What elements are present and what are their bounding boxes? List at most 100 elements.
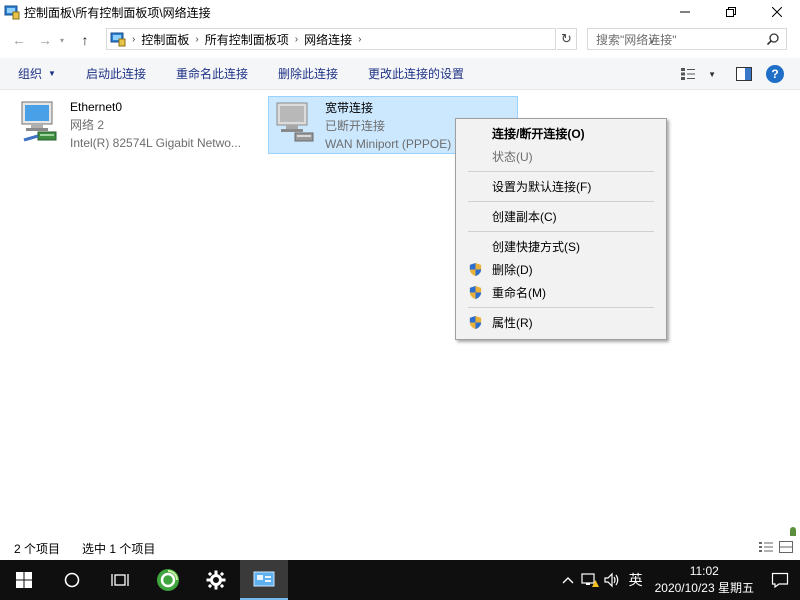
menu-item-create-shortcut[interactable]: 创建快捷方式(S) [458,235,664,258]
recent-locations-button[interactable]: ▾ [56,29,68,51]
search-input[interactable]: 搜索"网络连接" [587,28,787,50]
uac-shield-icon [469,262,482,277]
preview-pane-button[interactable] [736,67,752,81]
navigation-bar: ← → ▾ ↑ › 控制面板 › 所有控制面板项 › 网络连接 › ∨ ↻ 搜索… [0,24,800,56]
connection-name: Ethernet0 [70,100,123,114]
menu-item-delete[interactable]: 删除(D) [458,258,664,281]
connection-device: WAN Miniport (PPPOE) [325,137,452,151]
connections-list: Ethernet0 网络 2 Intel(R) 82574L Gigabit N… [0,90,800,583]
windows-logo-icon [16,572,32,588]
caret-down-icon: ▼ [48,69,56,78]
close-icon [772,7,782,17]
control-panel-icon [110,31,126,47]
clock-time: 11:02 [689,564,719,578]
uac-shield-icon [469,285,482,300]
taskbar: 英 11:02 2020/10/23 星期五 [0,560,800,600]
organize-button[interactable]: 组织 ▼ [0,58,65,90]
breadcrumb-control-panel[interactable]: 控制面板 [141,31,189,48]
refresh-icon: ↻ [561,31,572,46]
rename-connection-button[interactable]: 重命名此连接 [167,58,257,90]
back-arrow-icon: ← [12,32,26,48]
connection-status: 已断开连接 [325,119,386,133]
breadcrumb-separator-icon[interactable]: › [195,34,198,45]
status-bar: 2 个项目 选中 1 个项目 [0,536,800,560]
search-taskbar-button[interactable] [48,560,96,600]
menu-item-label: 重命名(M) [492,286,546,300]
view-details-icon [681,68,696,80]
breadcrumb-all-items[interactable]: 所有控制面板项 [205,31,289,48]
close-button[interactable] [754,0,800,24]
change-view-button[interactable]: ▼ [680,67,716,81]
gear-icon [206,570,226,590]
maximize-icon [726,7,736,17]
connection-device: Intel(R) 82574L Gigabit Netwo... [70,136,241,150]
speaker-icon [603,572,618,588]
breadcrumb-separator-icon[interactable]: › [358,34,361,45]
menu-separator [468,171,654,172]
menu-item-label: 删除(D) [492,263,533,277]
enable-connection-button[interactable]: 启动此连接 [77,58,155,90]
forward-button[interactable]: → [34,29,56,51]
change-settings-button[interactable]: 更改此连接的设置 [359,58,473,90]
clock-date: 2020/10/23 星期五 [654,581,754,595]
connection-item-ethernet0[interactable]: Ethernet0 网络 2 Intel(R) 82574L Gigabit N… [16,98,266,156]
browser-taskbar-button[interactable] [144,560,192,600]
maximize-button[interactable] [708,0,754,24]
up-button[interactable]: ↑ [74,29,96,51]
help-button[interactable]: ? [766,65,784,83]
system-tray: 英 11:02 2020/10/23 星期五 [557,560,800,600]
network-tray-button[interactable] [579,560,601,600]
details-view-button[interactable] [758,540,774,554]
delete-connection-button[interactable]: 删除此连接 [269,58,347,90]
task-view-icon [111,574,129,586]
breadcrumb-separator-icon[interactable]: › [295,34,298,45]
connection-name: 宽带连接 [325,101,374,115]
menu-item-properties[interactable]: 属性(R) [458,311,664,334]
task-view-button[interactable] [96,560,144,600]
preview-pane-icon [736,67,752,81]
title-bar: 控制面板\所有控制面板项\网络连接 [0,0,800,24]
minimize-icon [680,11,690,13]
menu-item-rename[interactable]: 重命名(M) [458,281,664,304]
start-button[interactable] [0,560,48,600]
ime-indicator[interactable]: 英 [623,560,649,600]
refresh-button[interactable]: ↻ [557,28,577,50]
settings-taskbar-button[interactable] [192,560,240,600]
network-warning-icon [580,573,599,587]
address-bar[interactable]: › 控制面板 › 所有控制面板项 › 网络连接 › ∨ [106,28,656,50]
uac-shield-icon [469,315,482,330]
show-hidden-icons-button[interactable] [557,560,579,600]
action-center-button[interactable] [760,560,800,600]
search-icon [766,33,779,46]
control-panel-taskbar-button[interactable] [240,560,288,600]
command-bar: 组织 ▼ 启动此连接 重命名此连接 删除此连接 更改此连接的设置 ▼ ? [0,58,800,90]
caret-down-icon: ▼ [708,69,716,79]
cortana-circle-icon [64,572,80,588]
menu-separator [468,231,654,232]
forward-arrow-icon: → [38,32,52,48]
menu-item-create-copy[interactable]: 创建副本(C) [458,205,664,228]
up-arrow-icon: ↑ [81,32,89,48]
menu-item-connect-disconnect[interactable]: 连接/断开连接(O) [458,122,664,145]
volume-tray-button[interactable] [601,560,623,600]
clock[interactable]: 11:02 2020/10/23 星期五 [655,563,754,597]
back-button[interactable]: ← [8,29,30,51]
broadband-adapter-icon [276,102,314,142]
details-view-icon [759,542,773,552]
chevron-up-icon [562,577,574,584]
breadcrumb-network-connections[interactable]: 网络连接 [304,31,352,48]
connection-status: 网络 2 [70,118,105,132]
menu-separator [468,307,654,308]
notification-icon [771,572,789,588]
organize-label: 组织 [18,67,43,81]
minimize-button[interactable] [662,0,708,24]
breadcrumb-separator-icon: › [132,33,136,45]
large-icons-view-button[interactable] [778,540,794,554]
large-icons-view-icon [779,541,793,553]
chevron-down-icon: ▾ [59,35,64,45]
search-placeholder: 搜索"网络连接" [596,32,677,47]
menu-separator [468,201,654,202]
menu-item-status: 状态(U) [492,150,533,164]
menu-item-set-default[interactable]: 设置为默认连接(F) [458,175,664,198]
window-title: 控制面板\所有控制面板项\网络连接 [24,5,211,20]
